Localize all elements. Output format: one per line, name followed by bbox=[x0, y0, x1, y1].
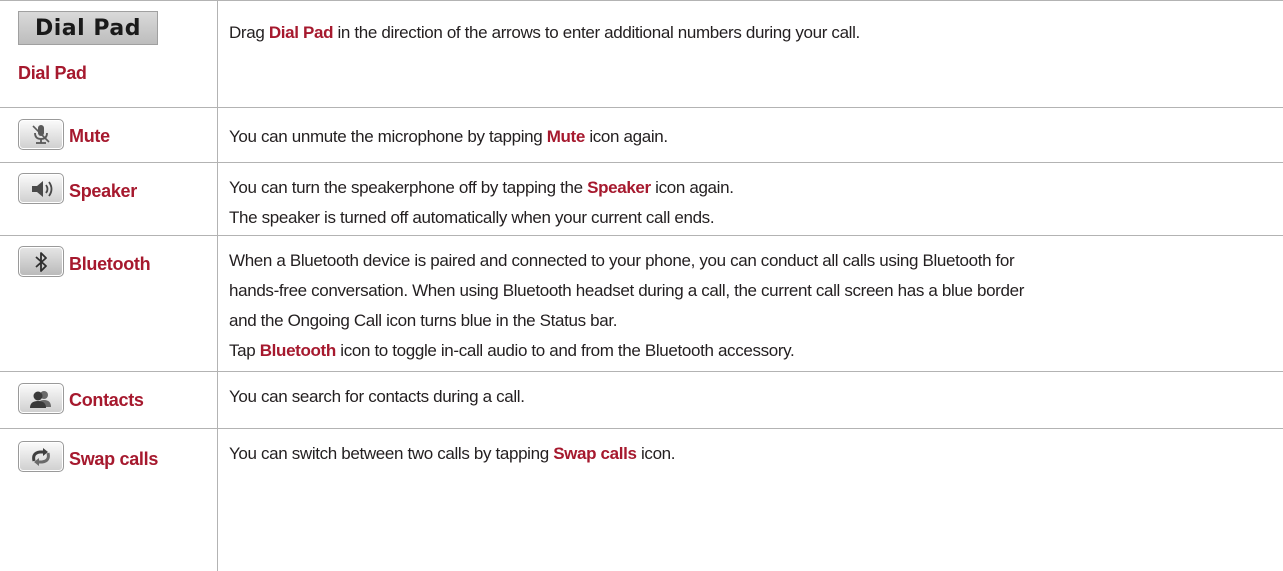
description-line: You can search for contacts during a cal… bbox=[229, 387, 525, 406]
dial-pad-label: Dial Pad bbox=[18, 63, 87, 83]
bluetooth-label: Bluetooth bbox=[69, 254, 151, 274]
speaker-label: Speaker bbox=[69, 181, 137, 201]
description-line: Drag Dial Pad in the direction of the ar… bbox=[229, 23, 860, 42]
swap-calls-icon[interactable] bbox=[18, 441, 64, 472]
row-label-cell: Speaker bbox=[0, 163, 218, 235]
contacts-icon[interactable] bbox=[18, 383, 64, 414]
mute-label: Mute bbox=[69, 126, 110, 146]
row-label-cell: Dial Pad Dial Pad bbox=[0, 1, 218, 107]
column-divider bbox=[217, 236, 218, 371]
description-line: When a Bluetooth device is paired and co… bbox=[229, 251, 1015, 270]
row-label-cell: Swap calls bbox=[0, 429, 218, 571]
dial-pad-icon[interactable]: Dial Pad bbox=[18, 11, 158, 45]
swap-calls-label: Swap calls bbox=[69, 449, 159, 469]
highlight-term: Speaker bbox=[587, 178, 651, 197]
highlight-term: Bluetooth bbox=[259, 341, 337, 360]
row-label-cell: Contacts bbox=[0, 372, 218, 428]
highlight-term: Mute bbox=[546, 127, 586, 146]
column-divider bbox=[217, 372, 218, 428]
table-row-swap-calls: Swap calls You can switch between two ca… bbox=[0, 429, 1283, 571]
description-line: and the Ongoing Call icon turns blue in … bbox=[229, 311, 618, 330]
description-line: You can turn the speakerphone off by tap… bbox=[229, 178, 734, 197]
column-divider bbox=[217, 163, 218, 235]
dial-pad-icon-text: Dial Pad bbox=[35, 15, 141, 41]
description-line: hands-free conversation. When using Blue… bbox=[229, 281, 1024, 300]
table-row-speaker: Speaker You can turn the speakerphone of… bbox=[0, 163, 1283, 236]
column-divider bbox=[217, 429, 218, 571]
description-line: The speaker is turned off automatically … bbox=[229, 208, 715, 227]
description-line: Tap Bluetooth icon to toggle in-call aud… bbox=[229, 341, 795, 360]
contacts-label: Contacts bbox=[69, 390, 144, 410]
description-line: You can switch between two calls by tapp… bbox=[229, 444, 676, 463]
table-row-contacts: Contacts You can search for contacts dur… bbox=[0, 372, 1283, 429]
description-line: You can unmute the microphone by tapping… bbox=[229, 127, 668, 146]
speaker-icon[interactable] bbox=[18, 173, 64, 204]
table-row-mute: Mute You can unmute the microphone by ta… bbox=[0, 108, 1283, 163]
row-label-cell: Mute bbox=[0, 108, 218, 162]
bluetooth-icon[interactable] bbox=[18, 246, 64, 277]
row-label-cell: Bluetooth bbox=[0, 236, 218, 371]
microphone-muted-icon[interactable] bbox=[18, 119, 64, 150]
column-divider bbox=[217, 1, 218, 107]
table-row-dial-pad: Dial Pad Dial Pad Drag Dial Pad in the d… bbox=[0, 0, 1283, 108]
column-divider bbox=[217, 108, 218, 162]
highlight-term: Dial Pad bbox=[268, 23, 334, 42]
table-row-bluetooth: Bluetooth When a Bluetooth device is pai… bbox=[0, 236, 1283, 372]
highlight-term: Swap calls bbox=[553, 444, 637, 463]
